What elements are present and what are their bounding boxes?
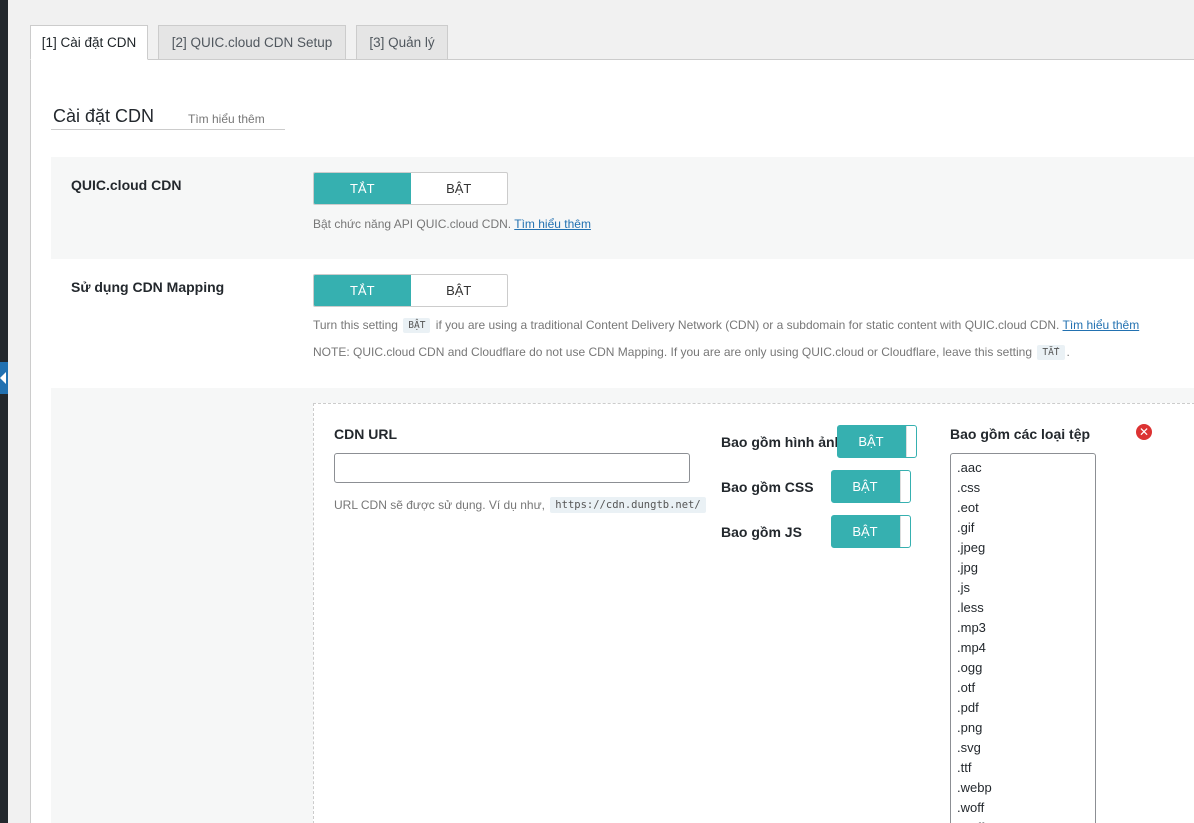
setting-row-cdn-mapping: Sử dụng CDN Mapping TẮT BẬT Turn this se… — [51, 259, 1194, 389]
section-title: Cài đặt CDN — [53, 106, 155, 126]
filetype-item: .mp3 — [957, 620, 986, 635]
tab-quic-cloud-cdn-setup[interactable]: [2] QUIC.cloud CDN Setup — [158, 25, 346, 60]
cdn-mapping-note: NOTE: QUIC.cloud CDN and Cloudflare do n… — [313, 345, 1070, 360]
setting-row-quic-cloud-cdn: QUIC.cloud CDN TẮT BẬT Bật chức năng API… — [51, 157, 1194, 259]
tab-manage[interactable]: [3] Quản lý — [356, 25, 448, 60]
filetype-item: .less — [957, 600, 984, 615]
cdn-url-example: https://cdn.dungtb.net/ — [550, 497, 706, 513]
filetype-item: .gif — [957, 520, 975, 535]
filetypes-textarea[interactable]: .aac .css .eot .gif .jpeg .jpg .js .less .mp3 .mp… — [950, 453, 1096, 823]
cdn-url-help-text: URL CDN sẽ được sử dụng. Ví dụ như, — [334, 498, 545, 512]
cdn-url-label: CDN URL — [334, 426, 397, 442]
filetype-item: .webp — [957, 780, 992, 795]
include-js-label: Bao gồm JS — [721, 524, 802, 540]
quic-cdn-off-option[interactable]: TẮT — [314, 173, 411, 204]
admin-sidebar — [0, 0, 8, 823]
cdn-mapping-label: Sử dụng CDN Mapping — [71, 279, 225, 295]
close-circle-icon[interactable]: ✕ — [1136, 424, 1152, 440]
tab-cdn-settings[interactable]: [1] Cài đặt CDN — [30, 25, 148, 60]
quic-cdn-label: QUIC.cloud CDN — [71, 177, 182, 193]
setting-row-cdn-mapping-rules: CDN URL URL CDN sẽ được sử dụng. Ví dụ n… — [51, 388, 1194, 823]
filetype-item: .jpg — [957, 560, 978, 575]
section-learn-more-link[interactable]: Tìm hiểu thêm — [188, 112, 265, 126]
filetype-item: .eot — [957, 500, 979, 515]
collapse-menu-icon[interactable] — [0, 362, 8, 394]
cdn-mapping-desc-post: if you are using a traditional Content D… — [435, 318, 1060, 332]
cdn-mapping-off-option[interactable]: TẮT — [314, 275, 411, 306]
cdn-mapping-description: Turn this setting BẬT if you are using a… — [313, 318, 1139, 333]
cdn-url-input[interactable] — [334, 453, 690, 483]
quic-cdn-desc-text: Bật chức năng API QUIC.cloud CDN. — [313, 217, 512, 231]
cdn-mapping-on-chip: BẬT — [403, 318, 431, 333]
include-js-switch-knob — [900, 516, 910, 547]
section-header: Cài đặt CDN Tìm hiểu thêm — [51, 104, 285, 130]
filetype-item: .js — [957, 580, 970, 595]
include-images-switch-label: BẬT — [858, 434, 884, 449]
filetype-item: .woff2 — [957, 818, 1089, 823]
filetype-item: .ttf — [957, 760, 972, 775]
include-css-switch-knob — [900, 471, 910, 502]
quic-cdn-toggle: TẮT BẬT — [313, 172, 508, 205]
cdn-mapping-note-pre: NOTE: QUIC.cloud CDN and Cloudflare do n… — [313, 345, 1033, 359]
cdn-mapping-rule-box: CDN URL URL CDN sẽ được sử dụng. Ví dụ n… — [313, 403, 1194, 823]
cdn-mapping-toggle: TẮT BẬT — [313, 274, 508, 307]
include-css-switch[interactable]: BẬT — [831, 470, 911, 503]
include-css-label: Bao gồm CSS — [721, 479, 814, 495]
cdn-url-help: URL CDN sẽ được sử dụng. Ví dụ như, http… — [334, 497, 708, 513]
filetypes-label: Bao gồm các loại tệp — [950, 426, 1091, 442]
filetype-item: .otf — [957, 680, 976, 695]
cdn-mapping-learn-more-link[interactable]: Tìm hiểu thêm — [1063, 318, 1140, 332]
include-images-switch[interactable]: BẬT — [837, 425, 917, 458]
quic-cdn-on-option[interactable]: BẬT — [411, 173, 508, 204]
settings-panel: Cài đặt CDN Tìm hiểu thêm QUIC.cloud CDN… — [30, 59, 1194, 823]
cdn-mapping-off-chip: TẮT — [1037, 345, 1065, 360]
quic-cdn-learn-more-link[interactable]: Tìm hiểu thêm — [514, 217, 591, 231]
include-images-switch-knob — [906, 426, 916, 457]
cdn-mapping-desc-pre: Turn this setting — [313, 318, 398, 332]
quic-cdn-description: Bật chức năng API QUIC.cloud CDN. Tìm hi… — [313, 217, 591, 231]
include-images-label: Bao gồm hình ảnh — [721, 434, 844, 450]
filetype-item: .png — [957, 720, 983, 735]
cdn-mapping-on-option[interactable]: BẬT — [411, 275, 508, 306]
filetype-item: .ogg — [957, 660, 983, 675]
cdn-mapping-note-post: . — [1066, 345, 1070, 359]
filetype-item: .aac — [957, 460, 982, 475]
filetype-item: .pdf — [957, 700, 979, 715]
include-js-switch[interactable]: BẬT — [831, 515, 911, 548]
filetype-item: .jpeg — [957, 540, 986, 555]
filetype-item: .mp4 — [957, 640, 986, 655]
include-js-switch-label: BẬT — [852, 524, 878, 539]
filetype-item: .svg — [957, 740, 981, 755]
include-css-switch-label: BẬT — [852, 479, 878, 494]
page-gutter — [8, 0, 30, 823]
filetype-item: .woff — [957, 800, 985, 815]
filetype-item: .css — [957, 480, 981, 495]
